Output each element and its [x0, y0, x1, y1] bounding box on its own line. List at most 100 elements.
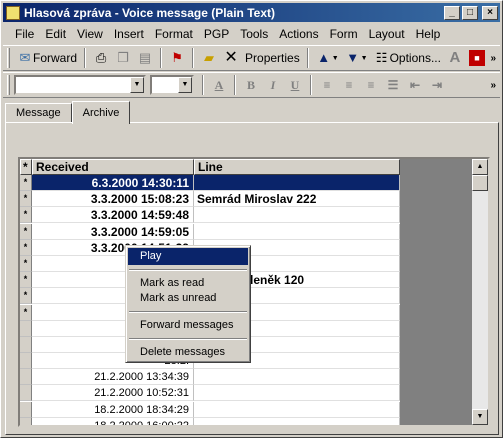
- minimize-button[interactable]: _: [444, 5, 460, 20]
- line-cell[interactable]: [194, 417, 400, 425]
- font-name-select[interactable]: ▼: [14, 75, 146, 95]
- received-cell[interactable]: 21.2.2000 10:52:31: [32, 385, 194, 402]
- move-to-folder-button[interactable]: ▰: [198, 47, 220, 69]
- tab-archive[interactable]: Archive: [71, 101, 131, 124]
- row-mark[interactable]: [20, 353, 32, 370]
- table-row[interactable]: 18.2.2000 18:34:29: [20, 401, 400, 418]
- column-header-mark[interactable]: *: [20, 159, 32, 175]
- font-size-button[interactable]: A: [444, 47, 466, 69]
- received-cell[interactable]: 3.3.2000 15:08:23: [32, 191, 194, 208]
- column-header-received[interactable]: Received: [32, 159, 194, 175]
- row-mark[interactable]: *: [20, 223, 32, 240]
- menu-form[interactable]: Form: [324, 27, 363, 41]
- copy-button[interactable]: ❐: [112, 47, 134, 69]
- received-cell[interactable]: 3.3.2000 14:59:48: [32, 207, 194, 224]
- menu-tools[interactable]: Tools: [234, 27, 273, 41]
- line-cell[interactable]: [194, 175, 400, 191]
- line-cell[interactable]: [194, 207, 400, 224]
- align-center-button[interactable]: ≡: [338, 75, 360, 95]
- menu-file[interactable]: File: [9, 27, 39, 41]
- menu-insert[interactable]: Insert: [108, 27, 149, 41]
- toolbar-grip[interactable]: [7, 48, 10, 68]
- toolbar-grip[interactable]: [7, 75, 10, 95]
- line-cell[interactable]: [194, 401, 400, 418]
- received-cell[interactable]: 3.3.2000 14:59:05: [32, 223, 194, 240]
- line-cell[interactable]: [194, 385, 400, 402]
- bold-button[interactable]: B: [240, 75, 262, 95]
- received-cell[interactable]: 18.2.2000 16:00:22: [32, 417, 194, 425]
- row-mark[interactable]: [20, 369, 32, 386]
- font-color-button[interactable]: A: [208, 75, 230, 95]
- scroll-up-button[interactable]: ▲: [472, 159, 488, 175]
- row-mark[interactable]: [20, 320, 32, 337]
- row-mark[interactable]: [20, 336, 32, 353]
- menu-bar: File Edit View Insert Format PGP Tools A…: [3, 24, 500, 43]
- table-row[interactable]: * 3.3.2000 15:08:23 Semrád Miroslav 222: [20, 191, 400, 208]
- row-mark[interactable]: *: [20, 272, 32, 289]
- menu-help[interactable]: Help: [410, 27, 446, 41]
- received-cell[interactable]: 21.2.2000 13:34:39: [32, 369, 194, 386]
- row-mark[interactable]: *: [20, 304, 32, 321]
- row-mark[interactable]: *: [20, 288, 32, 305]
- bullets-button[interactable]: ☰: [382, 75, 404, 95]
- flag-button[interactable]: ⚑: [166, 47, 188, 69]
- previous-item-button[interactable]: ▲ ▼: [313, 47, 342, 69]
- options-button[interactable]: ☷ Options...: [371, 47, 444, 69]
- row-mark[interactable]: *: [20, 255, 32, 272]
- tab-message[interactable]: Message: [5, 103, 72, 123]
- menu-item-delete-messages[interactable]: Delete messages: [128, 344, 248, 361]
- forward-button[interactable]: ✉ Forward: [14, 47, 80, 69]
- close-button[interactable]: ×: [482, 5, 498, 20]
- menu-item-play[interactable]: Play: [128, 248, 248, 265]
- chevron-down-icon: ▼: [130, 77, 144, 93]
- table-row[interactable]: * 6.3.2000 14:30:11: [20, 175, 400, 191]
- align-left-button[interactable]: ≡: [316, 75, 338, 95]
- vertical-scrollbar[interactable]: ▲ ▼: [472, 159, 488, 425]
- menu-view[interactable]: View: [71, 27, 108, 41]
- maximize-button[interactable]: □: [462, 5, 478, 20]
- table-row[interactable]: * 3.3.2000 14:59:48: [20, 207, 400, 224]
- table-row[interactable]: 21.2.2000 13:34:39: [20, 369, 400, 386]
- menu-item-forward-messages[interactable]: Forward messages: [128, 317, 248, 334]
- toolbar-chevron-icon[interactable]: »: [490, 80, 496, 91]
- row-mark[interactable]: *: [20, 191, 32, 208]
- row-mark[interactable]: *: [20, 175, 32, 191]
- properties-button[interactable]: Properties: [242, 47, 303, 69]
- line-cell[interactable]: [194, 369, 400, 386]
- scroll-down-button[interactable]: ▼: [472, 409, 488, 425]
- column-header-line[interactable]: Line: [194, 159, 400, 175]
- menu-layout[interactable]: Layout: [363, 27, 410, 41]
- table-row[interactable]: * 3.3.2000 14:59:05: [20, 223, 400, 240]
- menu-actions[interactable]: Actions: [273, 27, 323, 41]
- menu-pgp[interactable]: PGP: [198, 27, 234, 41]
- delete-button[interactable]: ✕: [220, 47, 242, 69]
- address-book-button[interactable]: ▤: [134, 47, 156, 69]
- italic-button[interactable]: I: [262, 75, 284, 95]
- menu-edit[interactable]: Edit: [39, 27, 71, 41]
- row-mark[interactable]: [20, 401, 32, 418]
- row-mark[interactable]: *: [20, 207, 32, 224]
- received-cell[interactable]: 18.2.2000 18:34:29: [32, 401, 194, 418]
- menu-item-mark-unread[interactable]: Mark as unread: [128, 290, 248, 307]
- scroll-thumb[interactable]: [472, 175, 488, 191]
- menu-format[interactable]: Format: [149, 27, 198, 41]
- row-mark[interactable]: [20, 385, 32, 402]
- table-row[interactable]: 18.2.2000 16:00:22: [20, 417, 400, 425]
- toolbar-chevron-icon[interactable]: »: [490, 53, 496, 64]
- pgp-button[interactable]: ■: [466, 47, 488, 69]
- row-mark[interactable]: [20, 417, 32, 425]
- line-cell[interactable]: Semrád Miroslav 222: [194, 191, 400, 208]
- line-cell[interactable]: [194, 223, 400, 240]
- received-cell[interactable]: 6.3.2000 14:30:11: [32, 175, 194, 191]
- decrease-indent-button[interactable]: ⇤: [404, 75, 426, 95]
- font-size-select[interactable]: ▼: [150, 75, 194, 95]
- row-mark[interactable]: *: [20, 239, 32, 256]
- next-item-button[interactable]: ▼ ▼: [342, 47, 371, 69]
- increase-indent-button[interactable]: ⇥: [426, 75, 448, 95]
- print-button[interactable]: ⎙: [90, 47, 112, 69]
- align-right-button[interactable]: ≡: [360, 75, 382, 95]
- title-bar[interactable]: Hlasová zpráva - Voice message (Plain Te…: [3, 3, 500, 22]
- font-color-icon: A: [214, 77, 224, 92]
- underline-button[interactable]: U: [284, 75, 306, 95]
- table-row[interactable]: 21.2.2000 10:52:31: [20, 385, 400, 402]
